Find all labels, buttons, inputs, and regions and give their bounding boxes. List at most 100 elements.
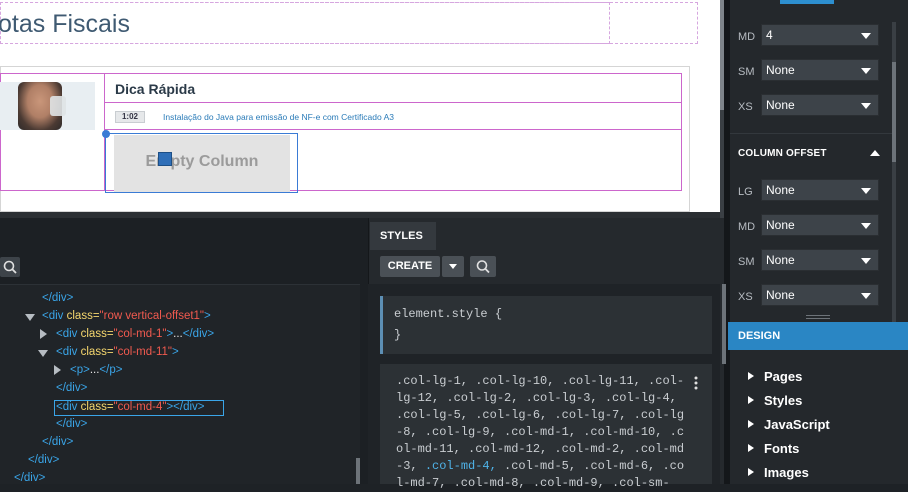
code-value: "col-md-4"	[113, 401, 167, 413]
caret-right-icon	[748, 468, 754, 476]
collapse-arrow-icon[interactable]	[38, 350, 48, 357]
row-divider	[105, 129, 682, 130]
code-close-div[interactable]: </div>	[56, 382, 87, 394]
code-tag: <p>	[70, 364, 90, 376]
size-label-sm: SM	[738, 66, 755, 78]
code-close-div[interactable]: </div>	[42, 436, 73, 448]
styles-scrollbar[interactable]	[722, 284, 726, 364]
collapse-arrow-icon[interactable]	[25, 314, 35, 321]
tab-styles-label: STYLES	[380, 230, 423, 242]
code-tag: <div	[42, 310, 67, 322]
chevron-up-icon[interactable]	[870, 150, 880, 156]
panel-resize-grip[interactable]	[806, 315, 830, 319]
code-paragraph[interactable]: <p>...</p>	[70, 364, 122, 376]
code-close-div[interactable]: </div>	[42, 292, 73, 304]
tree-item-label: JavaScript	[764, 417, 830, 432]
code-row-vertical-offset[interactable]: <div class="row vertical-offset1">	[42, 310, 211, 322]
code-col-md-11[interactable]: <div class="col-md-11">	[56, 346, 179, 358]
code-value: "col-md-11"	[113, 346, 172, 358]
html-toolbar	[0, 250, 368, 284]
code-tag-end: ></div>	[166, 401, 205, 413]
select-value: None	[766, 218, 795, 232]
matched-selector: .col-md-4,	[424, 459, 497, 473]
code-close-div[interactable]: </div>	[14, 472, 45, 484]
tree-item-fonts[interactable]: Fonts	[748, 441, 799, 456]
code-tag: <div	[56, 346, 81, 358]
rule-close-brace: }	[394, 328, 402, 342]
code-ellipsis: ...	[173, 328, 183, 340]
code-attr: class=	[80, 401, 114, 413]
offset-label-lg: LG	[738, 186, 753, 198]
select-value: None	[766, 98, 795, 112]
caret-right-icon	[748, 372, 754, 380]
microphone-icon	[50, 96, 66, 116]
properties-scrollbar-thumb[interactable]	[892, 62, 896, 162]
more-options-icon[interactable]	[694, 376, 698, 390]
offset-sm-select[interactable]: None	[761, 249, 879, 271]
tip-title: Dica Rápida	[115, 81, 196, 97]
tree-item-images[interactable]: Images	[748, 465, 809, 480]
expand-arrow-icon[interactable]	[54, 365, 61, 375]
tree-item-styles[interactable]: Styles	[748, 393, 802, 408]
caret-right-icon	[748, 396, 754, 404]
column-size-sm-select[interactable]: None	[761, 59, 879, 81]
html-search-button[interactable]	[0, 257, 20, 277]
column-size-md-select[interactable]: 4	[761, 24, 879, 46]
rule-selector-list: .col-lg-1, .col-lg-10, .col-lg-11, .col-…	[396, 373, 690, 492]
expand-arrow-icon[interactable]	[40, 329, 47, 339]
caret-right-icon	[748, 444, 754, 452]
chevron-down-icon	[861, 33, 871, 39]
chevron-down-icon	[449, 264, 457, 269]
code-tag-end: >	[204, 310, 211, 322]
code-value: "col-md-1"	[113, 328, 167, 340]
size-label-md: MD	[738, 31, 756, 43]
section-divider	[730, 133, 892, 134]
code-close-div[interactable]: </div>	[28, 454, 59, 466]
offset-label-sm: SM	[738, 256, 755, 268]
offset-label-xs: XS	[738, 291, 753, 303]
presenter-photo[interactable]	[0, 82, 95, 130]
css-rule-element-style[interactable]	[380, 296, 712, 354]
search-icon	[476, 260, 490, 274]
code-tag-end: >	[172, 346, 179, 358]
tree-item-label: Styles	[764, 393, 803, 408]
page-title: otas Fiscais	[0, 10, 130, 38]
code-col-md-4-selected[interactable]: <div class="col-md-4"></div>	[56, 401, 205, 413]
design-canvas[interactable]: otas Fiscais Dica Rápida 1:02 Instalação…	[0, 0, 724, 218]
chevron-down-icon	[861, 223, 871, 229]
chevron-down-icon	[861, 103, 871, 109]
column-size-xs-select[interactable]: None	[761, 94, 879, 116]
active-tab-indicator	[780, 0, 834, 4]
video-link[interactable]: Instalação do Java para emissão de NF-e …	[163, 112, 394, 122]
chevron-down-icon	[861, 258, 871, 264]
styles-search-button[interactable]	[470, 256, 496, 277]
select-value: None	[766, 288, 795, 302]
chevron-down-icon	[861, 293, 871, 299]
code-col-md-1[interactable]: <div class="col-md-1">...</div>	[56, 328, 214, 340]
offset-xs-select[interactable]: None	[761, 284, 879, 306]
search-icon	[3, 260, 17, 274]
select-value: None	[766, 63, 795, 77]
create-button[interactable]: CREATE	[380, 256, 440, 277]
code-value: "row vertical-offset1"	[99, 310, 205, 322]
offset-md-select[interactable]: None	[761, 214, 879, 236]
code-ellipsis: ...	[89, 364, 100, 376]
size-label-xs: XS	[738, 101, 753, 113]
column-offset-header[interactable]: COLUMN OFFSET	[738, 148, 827, 159]
design-section-title: DESIGN	[738, 330, 781, 342]
chevron-down-icon	[861, 68, 871, 74]
selection-outline	[105, 133, 298, 193]
code-attr: class=	[66, 310, 100, 322]
select-value: None	[766, 253, 795, 267]
select-value: 4	[766, 28, 773, 42]
code-tag: <div	[56, 401, 81, 413]
code-close-div[interactable]: </div>	[56, 418, 87, 430]
html-scrollbar[interactable]	[356, 458, 360, 484]
tree-item-pages[interactable]: Pages	[748, 369, 802, 384]
select-value: None	[766, 183, 795, 197]
tree-item-label: Fonts	[764, 441, 800, 456]
offset-lg-select[interactable]: None	[761, 179, 879, 201]
tree-item-label: Images	[764, 465, 809, 480]
tree-item-javascript[interactable]: JavaScript	[748, 417, 830, 432]
selection-anchor[interactable]	[102, 130, 110, 138]
